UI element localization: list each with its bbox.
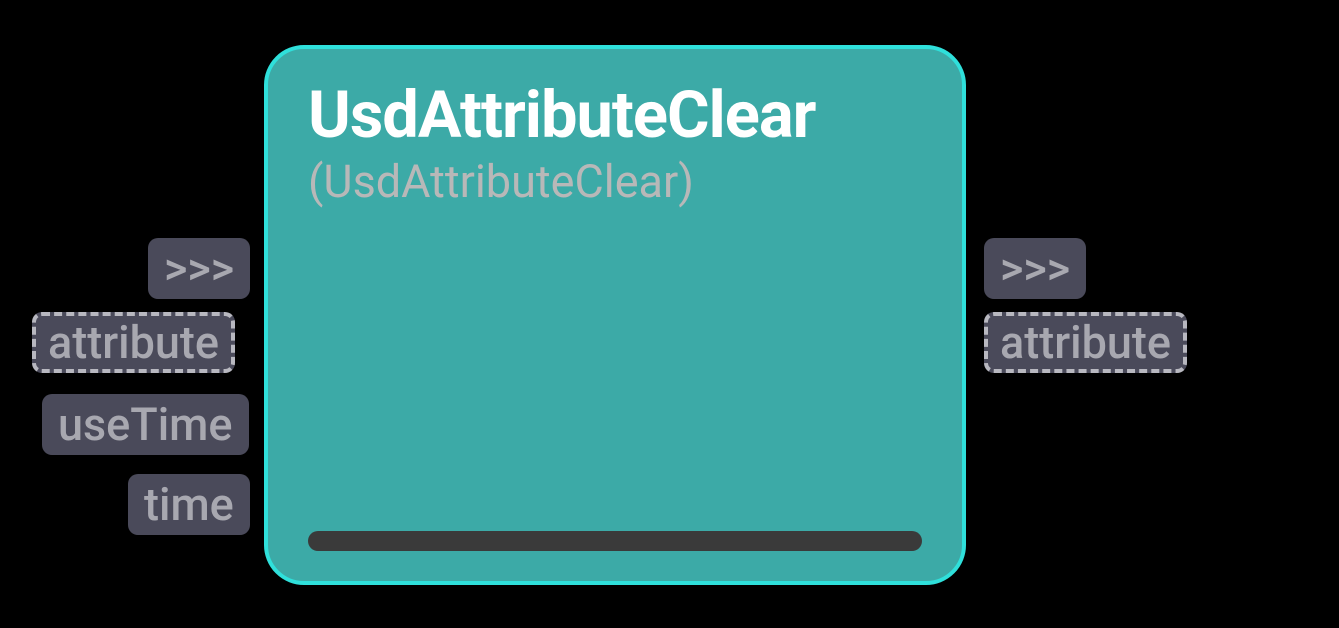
node-subtitle: (UsdAttributeClear) xyxy=(308,155,922,208)
input-port-attribute-label: attribute xyxy=(48,316,219,369)
node-body[interactable]: UsdAttributeClear (UsdAttributeClear) xyxy=(264,45,966,585)
output-port-exec[interactable]: >>> xyxy=(984,238,1086,299)
output-port-attribute[interactable]: attribute xyxy=(984,312,1187,373)
input-port-attribute[interactable]: attribute xyxy=(32,312,235,373)
output-port-exec-label: >>> xyxy=(1000,242,1070,295)
node-bottom-bar xyxy=(308,531,922,551)
node-title: UsdAttributeClear xyxy=(308,77,922,153)
input-port-usetime-label: useTime xyxy=(58,398,233,451)
output-port-attribute-label: attribute xyxy=(1000,316,1171,369)
input-port-exec-label: >>> xyxy=(164,242,234,295)
input-port-usetime[interactable]: useTime xyxy=(42,394,249,455)
input-port-time[interactable]: time xyxy=(128,474,250,535)
input-port-time-label: time xyxy=(144,478,234,531)
input-port-exec[interactable]: >>> xyxy=(148,238,250,299)
